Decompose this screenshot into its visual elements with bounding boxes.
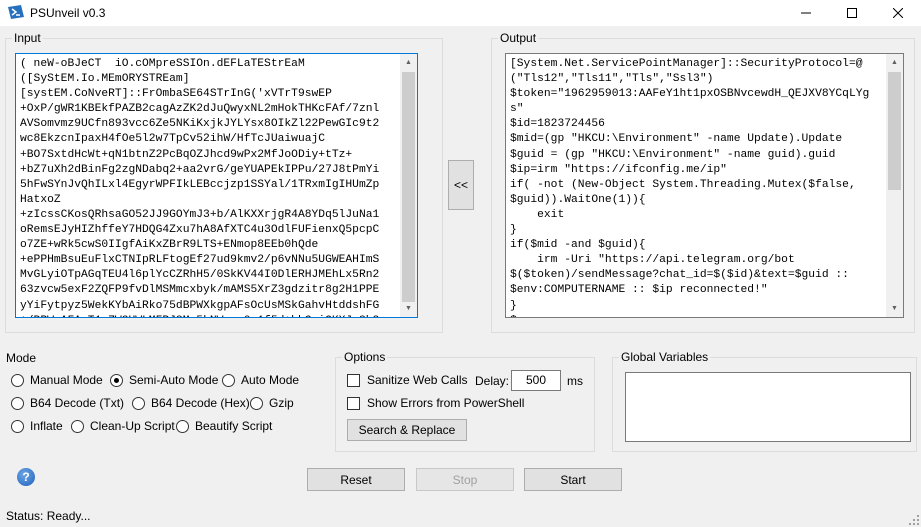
mode-radio-gzip[interactable]: Gzip bbox=[250, 396, 294, 410]
mode-label: Mode bbox=[6, 351, 37, 365]
minimize-button[interactable] bbox=[783, 0, 829, 26]
radio-label: B64 Decode (Hex) bbox=[151, 396, 250, 410]
radio-circle bbox=[11, 373, 24, 387]
output-group-label: Output bbox=[498, 31, 539, 45]
mode-radio-semi-auto[interactable]: Semi-Auto Mode bbox=[110, 373, 218, 387]
output-scrollbar[interactable]: ▲ ▼ bbox=[886, 54, 903, 317]
window-title: PSUnveil v0.3 bbox=[30, 6, 106, 20]
output-scroll-thumb[interactable] bbox=[888, 72, 901, 190]
radio-circle bbox=[11, 419, 24, 433]
delay-input[interactable]: 500 bbox=[511, 370, 561, 391]
search-replace-button[interactable]: Search & Replace bbox=[347, 419, 467, 441]
mode-radio-inflate[interactable]: Inflate bbox=[11, 419, 63, 433]
mode-radio-b64-hex[interactable]: B64 Decode (Hex) bbox=[132, 396, 250, 410]
radio-circle bbox=[11, 396, 24, 410]
radio-label: Manual Mode bbox=[30, 373, 103, 387]
checkbox-label: Sanitize Web Calls bbox=[367, 373, 468, 387]
global-variables-label: Global Variables bbox=[619, 350, 711, 364]
status-text: Status: Ready... bbox=[6, 509, 91, 523]
start-button[interactable]: Start bbox=[524, 468, 622, 491]
title-bar: PSUnveil v0.3 bbox=[0, 0, 921, 26]
radio-label: Auto Mode bbox=[241, 373, 300, 387]
powershell-app-icon bbox=[8, 5, 24, 19]
mode-radio-cleanup[interactable]: Clean-Up Script bbox=[71, 419, 175, 433]
input-scroll-thumb[interactable] bbox=[402, 72, 415, 302]
delay-unit-label: ms bbox=[567, 374, 583, 388]
radio-circle bbox=[222, 373, 235, 387]
radio-circle bbox=[250, 396, 263, 410]
global-variables-textarea[interactable] bbox=[625, 372, 911, 442]
input-group-label: Input bbox=[12, 31, 43, 45]
radio-label: Semi-Auto Mode bbox=[129, 373, 219, 387]
checkbox-box bbox=[347, 373, 360, 387]
input-textarea[interactable]: ( neW-oBJeCT iO.cOMpreSSIOn.dEFLaTEStrEa… bbox=[15, 53, 418, 318]
maximize-icon bbox=[847, 8, 857, 18]
mode-radio-auto[interactable]: Auto Mode bbox=[222, 373, 299, 387]
radio-label: B64 Decode (Txt) bbox=[30, 396, 125, 410]
show-errors-checkbox[interactable]: Show Errors from PowerShell bbox=[347, 396, 524, 410]
resize-grip-icon[interactable] bbox=[909, 515, 919, 525]
output-text: [System.Net.ServicePointManager]::Securi… bbox=[510, 58, 870, 317]
scroll-up-icon[interactable]: ▲ bbox=[400, 54, 417, 71]
options-group-label: Options bbox=[342, 350, 388, 364]
input-scrollbar[interactable]: ▲ ▼ bbox=[400, 54, 417, 317]
mode-radio-b64-txt[interactable]: B64 Decode (Txt) bbox=[11, 396, 124, 410]
radio-label: Gzip bbox=[269, 396, 294, 410]
minimize-icon bbox=[801, 12, 811, 14]
maximize-button[interactable] bbox=[829, 0, 875, 26]
radio-circle bbox=[176, 419, 189, 433]
copy-to-input-button[interactable]: << bbox=[448, 160, 474, 210]
mode-radio-beautify[interactable]: Beautify Script bbox=[176, 419, 272, 433]
input-text: ( neW-oBJeCT iO.cOMpreSSIOn.dEFLaTEStrEa… bbox=[20, 58, 380, 317]
help-icon[interactable]: ? bbox=[17, 468, 35, 486]
radio-label: Inflate bbox=[30, 419, 63, 433]
scroll-down-icon[interactable]: ▼ bbox=[400, 300, 417, 317]
radio-circle bbox=[110, 373, 123, 387]
checkbox-box bbox=[347, 396, 360, 410]
output-textarea[interactable]: [System.Net.ServicePointManager]::Securi… bbox=[505, 53, 904, 318]
radio-label: Beautify Script bbox=[195, 419, 273, 433]
radio-circle bbox=[71, 419, 84, 433]
close-icon bbox=[893, 8, 903, 18]
radio-label: Clean-Up Script bbox=[90, 419, 175, 433]
radio-circle bbox=[132, 396, 145, 410]
delay-label: Delay: bbox=[475, 374, 510, 388]
sanitize-web-calls-checkbox[interactable]: Sanitize Web Calls bbox=[347, 373, 468, 387]
checkbox-label: Show Errors from PowerShell bbox=[367, 396, 525, 410]
stop-button[interactable]: Stop bbox=[416, 468, 514, 491]
scroll-down-icon[interactable]: ▼ bbox=[886, 300, 903, 317]
scroll-up-icon[interactable]: ▲ bbox=[886, 54, 903, 71]
reset-button[interactable]: Reset bbox=[307, 468, 405, 491]
mode-radio-manual[interactable]: Manual Mode bbox=[11, 373, 103, 387]
close-button[interactable] bbox=[875, 0, 921, 26]
